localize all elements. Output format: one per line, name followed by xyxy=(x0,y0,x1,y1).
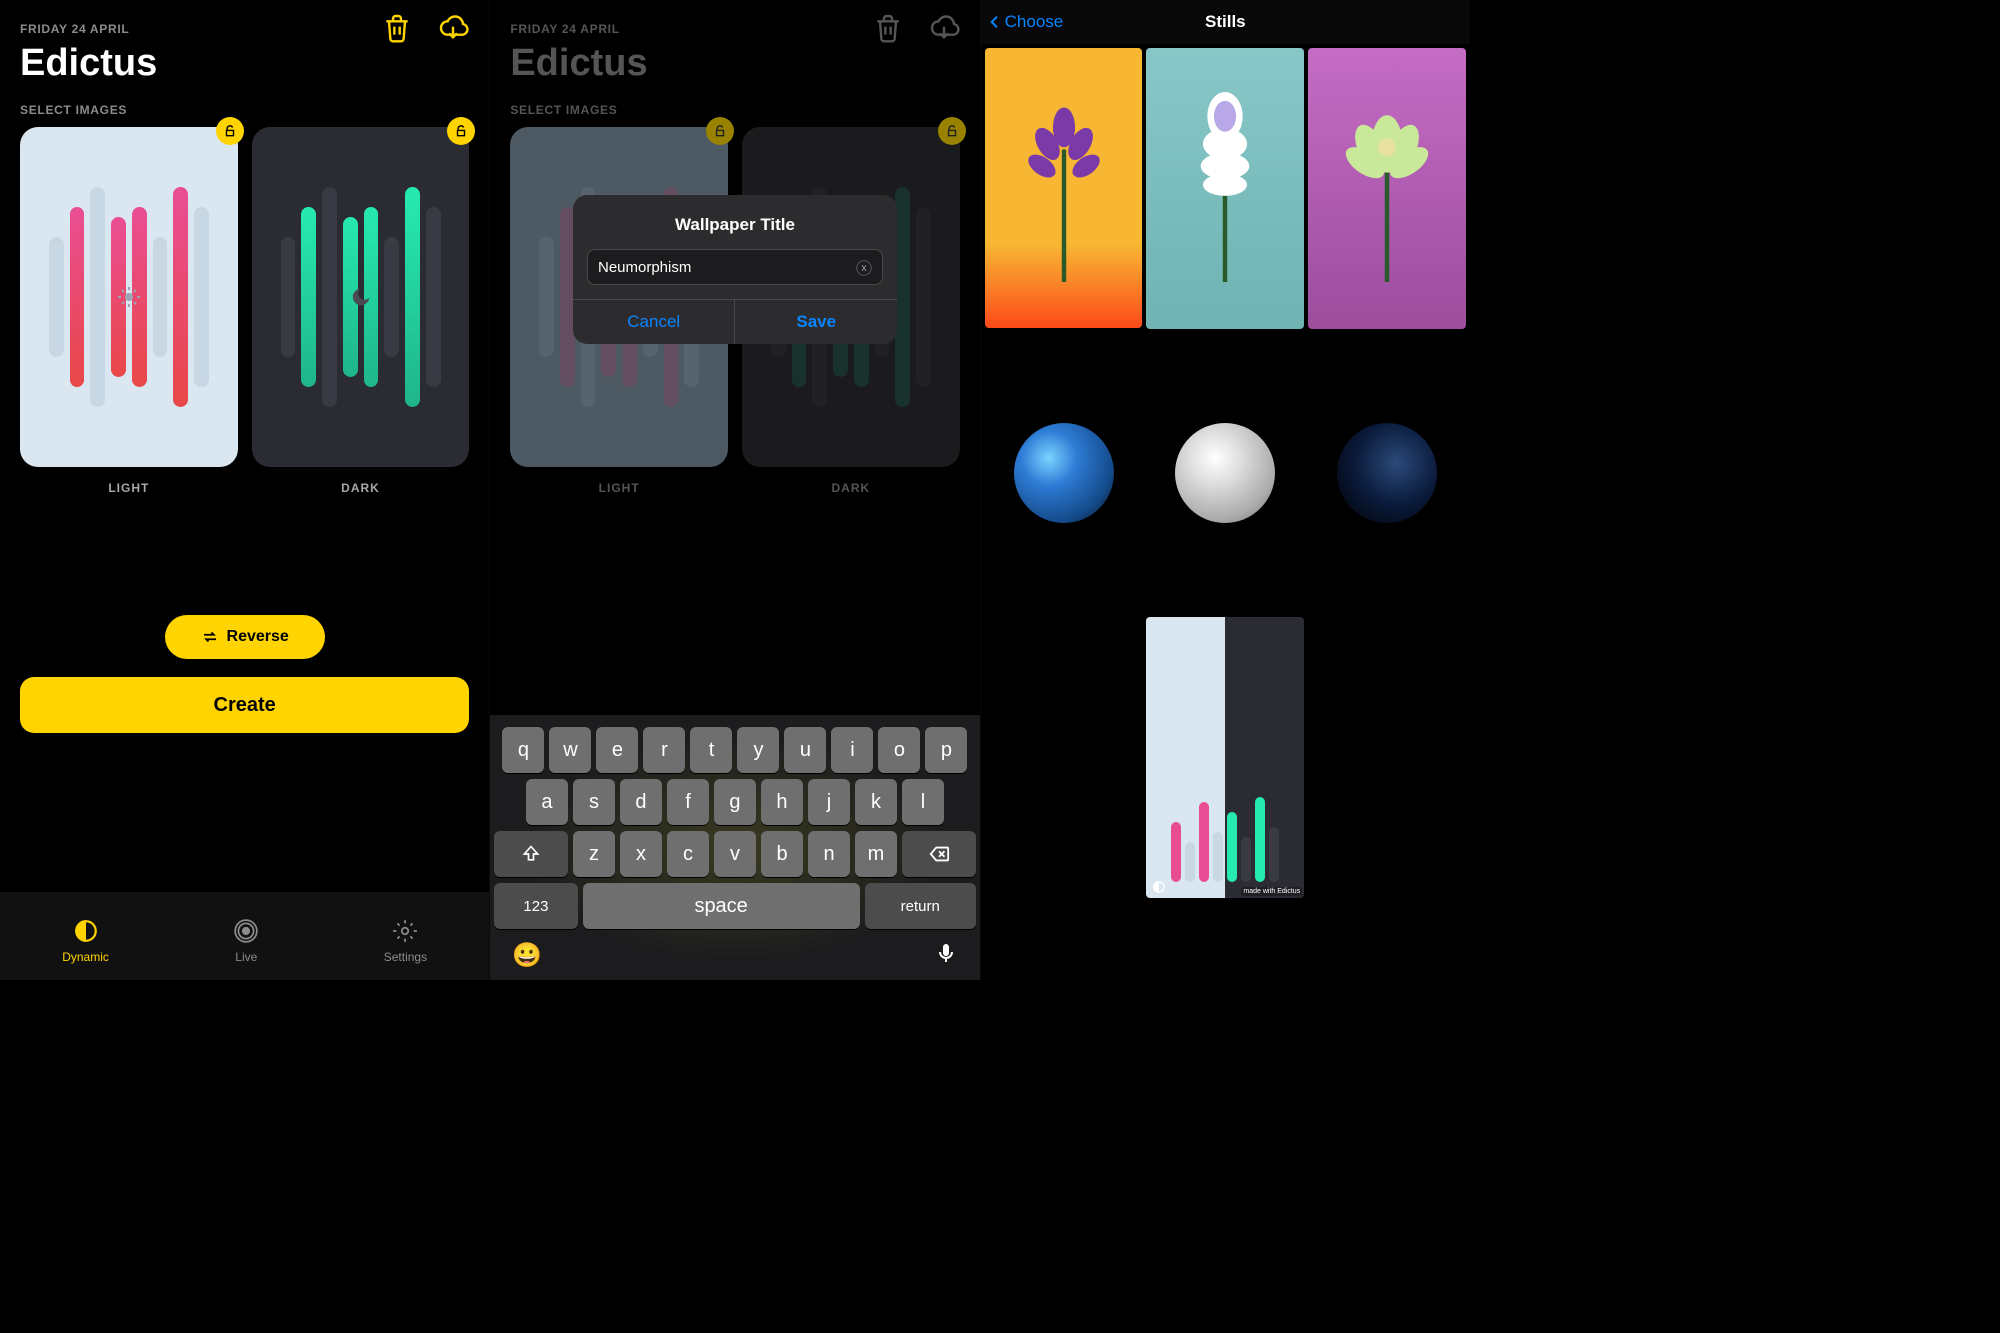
key-j[interactable]: j xyxy=(808,779,850,825)
wallpaper-title-input[interactable] xyxy=(598,259,856,276)
tab-dynamic[interactable]: Dynamic xyxy=(62,918,109,964)
backspace-icon xyxy=(928,843,950,865)
save-button[interactable]: Save xyxy=(734,300,897,344)
still-earth-day[interactable] xyxy=(985,333,1143,613)
still-black[interactable] xyxy=(985,617,1143,897)
emoji-key[interactable]: 😀 xyxy=(512,941,542,970)
numbers-key[interactable]: 123 xyxy=(494,883,577,929)
key-i[interactable]: i xyxy=(831,727,873,773)
key-k[interactable]: k xyxy=(855,779,897,825)
sun-icon xyxy=(117,285,141,309)
unlock-icon xyxy=(706,117,734,145)
key-o[interactable]: o xyxy=(878,727,920,773)
return-key[interactable]: return xyxy=(865,883,976,929)
cancel-button[interactable]: Cancel xyxy=(573,300,735,344)
still-flower-purple-on-orange[interactable] xyxy=(985,48,1143,328)
key-m[interactable]: m xyxy=(855,831,897,877)
key-v[interactable]: v xyxy=(714,831,756,877)
reverse-button[interactable]: Reverse xyxy=(165,615,325,659)
dark-label: DARK xyxy=(742,481,960,495)
tab-bar: Dynamic Live Settings xyxy=(0,892,489,980)
image-slot-dark[interactable] xyxy=(252,127,470,467)
key-p[interactable]: p xyxy=(925,727,967,773)
tab-live[interactable]: Live xyxy=(233,918,259,964)
light-label: LIGHT xyxy=(20,481,238,495)
trash-icon[interactable] xyxy=(381,12,413,44)
key-u[interactable]: u xyxy=(784,727,826,773)
key-l[interactable]: l xyxy=(902,779,944,825)
swap-icon xyxy=(201,628,219,646)
pane-edictus-main: FRIDAY 24 APRIL Edictus SELECT IMAGES LI… xyxy=(0,0,489,980)
still-moon[interactable] xyxy=(1146,333,1304,614)
still-edictus-split[interactable]: made with Edictus xyxy=(1146,617,1304,898)
tab-settings[interactable]: Settings xyxy=(384,918,427,964)
key-h[interactable]: h xyxy=(761,779,803,825)
key-y[interactable]: y xyxy=(737,727,779,773)
create-button[interactable]: Create xyxy=(20,677,469,733)
pane-stills-picker: Choose Stills made with Edictus xyxy=(980,0,1470,980)
wallpaper-title-field[interactable]: ⓧ xyxy=(587,249,883,285)
live-icon xyxy=(233,918,259,944)
chevron-left-icon xyxy=(987,10,1003,34)
download-cloud-icon[interactable] xyxy=(437,12,469,44)
moon-icon xyxy=(350,286,372,308)
key-s[interactable]: s xyxy=(573,779,615,825)
unlock-icon xyxy=(938,117,966,145)
key-q[interactable]: q xyxy=(502,727,544,773)
key-b[interactable]: b xyxy=(761,831,803,877)
key-t[interactable]: t xyxy=(690,727,732,773)
still-earth-night[interactable] xyxy=(1308,333,1466,614)
key-z[interactable]: z xyxy=(573,831,615,877)
clear-text-icon[interactable]: ⓧ xyxy=(856,255,872,279)
key-f[interactable]: f xyxy=(667,779,709,825)
app-title: Edictus xyxy=(20,42,469,85)
key-d[interactable]: d xyxy=(620,779,662,825)
trash-icon xyxy=(872,12,904,44)
image-slot-light[interactable] xyxy=(20,127,238,467)
dictation-icon[interactable] xyxy=(934,941,958,965)
key-c[interactable]: c xyxy=(667,831,709,877)
dark-label: DARK xyxy=(252,481,470,495)
keyboard: qwertyuiop asdfghjkl zxcvbnm 123 space r… xyxy=(490,715,979,980)
still-flower-white-on-teal[interactable] xyxy=(1146,48,1304,329)
download-cloud-icon xyxy=(928,12,960,44)
key-a[interactable]: a xyxy=(526,779,568,825)
key-w[interactable]: w xyxy=(549,727,591,773)
section-select-images: SELECT IMAGES xyxy=(20,103,469,117)
backspace-key[interactable] xyxy=(902,831,976,877)
shift-key[interactable] xyxy=(494,831,568,877)
back-button[interactable]: Choose xyxy=(987,0,1064,44)
key-n[interactable]: n xyxy=(808,831,850,877)
pane-edictus-save-dialog: FRIDAY 24 APRIL Edictus SELECT IMAGES LI… xyxy=(489,0,979,980)
app-title: Edictus xyxy=(510,42,959,85)
unlock-icon[interactable] xyxy=(216,117,244,145)
key-x[interactable]: x xyxy=(620,831,662,877)
key-r[interactable]: r xyxy=(643,727,685,773)
dynamic-icon xyxy=(73,918,99,944)
key-g[interactable]: g xyxy=(714,779,756,825)
still-flower-green-on-magenta[interactable] xyxy=(1308,48,1466,329)
light-label: LIGHT xyxy=(510,481,728,495)
shift-icon xyxy=(521,844,541,864)
watermark: made with Edictus xyxy=(1241,887,1302,896)
section-select-images: SELECT IMAGES xyxy=(510,103,959,117)
alert-title: Wallpaper Title xyxy=(573,195,897,249)
key-e[interactable]: e xyxy=(596,727,638,773)
nav-bar: Choose Stills xyxy=(981,0,1470,44)
gear-icon xyxy=(392,918,418,944)
wallpaper-title-alert: Wallpaper Title ⓧ Cancel Save xyxy=(573,195,897,344)
unlock-icon[interactable] xyxy=(447,117,475,145)
space-key[interactable]: space xyxy=(583,883,860,929)
nav-title: Stills xyxy=(1205,12,1246,32)
